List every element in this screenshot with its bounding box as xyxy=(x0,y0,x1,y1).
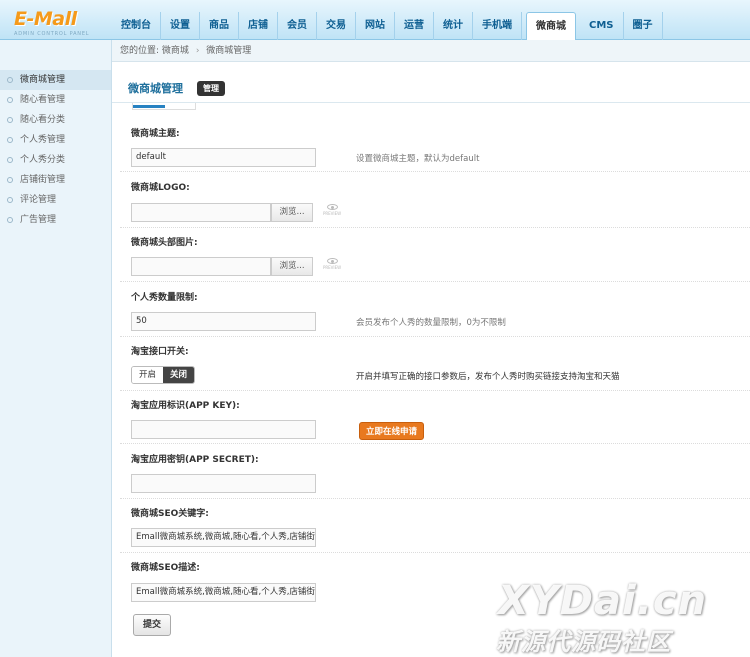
app-key-input[interactable] xyxy=(131,420,316,439)
nav-item[interactable]: 手机端 xyxy=(473,12,522,40)
app-secret-label: 淘宝应用密钥(APP SECRET): xyxy=(131,455,259,465)
taobao-switch-tip: 开启并填写正确的接口参数后，发布个人秀时购买链接支持淘宝和天猫 xyxy=(356,372,620,382)
sidebar-item[interactable]: 店铺街管理 xyxy=(0,170,111,190)
sidebar-item[interactable]: 随心看分类 xyxy=(0,110,111,130)
show-limit-tip: 会员发布个人秀的数量限制，0为不限制 xyxy=(356,318,506,328)
nav-item[interactable]: 微商城 xyxy=(526,12,576,41)
taobao-switch-label: 淘宝接口开关: xyxy=(131,347,189,357)
logo-tagline: ADMIN CONTROL PANEL xyxy=(14,31,90,37)
eye-icon xyxy=(326,204,338,210)
show-limit-input[interactable]: 50 xyxy=(131,312,316,331)
sidebar: 微商城管理 随心看管理 随心看分类 个人秀管理 个人秀分类 店铺街管理 评论管理 广告管理 xyxy=(0,40,112,657)
header-image-file-input[interactable] xyxy=(131,257,271,276)
sidebar-item[interactable]: 随心看管理 xyxy=(0,90,111,110)
header-image-label: 微商城头部图片: xyxy=(131,238,198,248)
breadcrumb: 您的位置: 微商城 › 微商城管理 xyxy=(112,40,750,62)
submit-button[interactable]: 提交 xyxy=(133,614,171,636)
sub-tab-active-indicator xyxy=(133,105,165,108)
nav-item[interactable]: 运营 xyxy=(395,12,434,40)
nav-item[interactable]: 交易 xyxy=(317,12,356,40)
apply-online-button[interactable]: 立即在线申请 xyxy=(359,422,425,440)
row-divider xyxy=(120,552,750,553)
breadcrumb-level2: 微商城管理 xyxy=(206,46,252,56)
top-header: E-Mall ADMIN CONTROL PANEL 控制台 设置 商品 店铺 会员 交易… xyxy=(0,0,750,41)
sidebar-item[interactable]: 个人秀管理 xyxy=(0,130,111,150)
sub-tab-strip xyxy=(132,103,196,110)
row-divider xyxy=(120,498,750,499)
row-divider xyxy=(120,227,750,228)
breadcrumb-separator: › xyxy=(195,46,200,56)
nav-item[interactable]: 统计 xyxy=(434,12,473,40)
header-image-preview-icon[interactable]: PREVIEW xyxy=(322,258,342,274)
main-content: 微商城管理 管理 微商城主题: default 设置微商城主题，默认为defau… xyxy=(112,62,750,657)
sidebar-item[interactable]: 微商城管理 xyxy=(0,70,111,90)
nav-item[interactable]: 店铺 xyxy=(239,12,278,40)
app-key-label: 淘宝应用标识(APP KEY): xyxy=(131,401,240,411)
app-secret-input[interactable] xyxy=(131,474,316,493)
nav-item[interactable]: CMS xyxy=(580,12,624,40)
sidebar-menu: 微商城管理 随心看管理 随心看分类 个人秀管理 个人秀分类 店铺街管理 评论管理 广告管理 xyxy=(0,70,111,230)
sidebar-item[interactable]: 广告管理 xyxy=(0,210,111,230)
nav-item[interactable]: 会员 xyxy=(278,12,317,40)
row-divider xyxy=(120,443,750,444)
taobao-switch-toggle: 开启 关闭 xyxy=(131,366,196,384)
theme-label: 微商城主题: xyxy=(131,129,180,139)
logo[interactable]: E-Mall ADMIN CONTROL PANEL xyxy=(14,8,89,37)
seo-description-label: 微商城SEO描述: xyxy=(131,563,200,573)
row-divider xyxy=(120,390,750,391)
theme-tip: 设置微商城主题，默认为default xyxy=(356,154,480,164)
sidebar-item[interactable]: 个人秀分类 xyxy=(0,150,111,170)
page-title-row: 微商城管理 管理 xyxy=(128,80,225,96)
header-image-preview-text: PREVIEW xyxy=(322,265,342,270)
logo-label: 微商城LOGO: xyxy=(131,183,190,193)
row-divider xyxy=(120,336,750,337)
logo-preview-text: PREVIEW xyxy=(322,211,342,216)
logo-text: E-Mall xyxy=(14,8,77,30)
theme-input[interactable]: default xyxy=(131,148,316,167)
title-divider xyxy=(112,102,750,103)
row-divider xyxy=(120,281,750,282)
nav-item[interactable]: 控制台 xyxy=(112,12,161,40)
seo-keywords-input[interactable]: Emall微商城系统,微商城,随心看,个人秀,店铺街, xyxy=(131,528,316,547)
breadcrumb-prefix: 您的位置: xyxy=(120,46,160,56)
sidebar-item[interactable]: 评论管理 xyxy=(0,190,111,210)
header-image-browse-button[interactable]: 浏览... xyxy=(271,257,313,276)
seo-description-input[interactable]: Emall微商城系统,微商城,随心看,个人秀,店铺街 xyxy=(131,583,316,602)
main-nav: 控制台 设置 商品 店铺 会员 交易 网站 运营 统计 手机端 微商城 CMS 圈子 xyxy=(112,12,663,41)
seo-keywords-label: 微商城SEO关键字: xyxy=(131,509,209,519)
row-divider xyxy=(120,171,750,172)
logo-browse-button[interactable]: 浏览... xyxy=(271,203,313,222)
taobao-switch-on-option[interactable]: 开启 xyxy=(132,367,164,383)
taobao-switch-off-option[interactable]: 关闭 xyxy=(163,367,195,383)
logo-file-input[interactable] xyxy=(131,203,271,222)
nav-item[interactable]: 商品 xyxy=(200,12,239,40)
eye-icon xyxy=(326,258,338,264)
show-limit-label: 个人秀数量限制: xyxy=(131,293,198,303)
nav-item[interactable]: 网站 xyxy=(356,12,395,40)
tab-manage[interactable]: 管理 xyxy=(197,80,225,96)
logo-preview-icon[interactable]: PREVIEW xyxy=(322,204,342,220)
page-title: 微商城管理 xyxy=(128,82,183,95)
breadcrumb-level1[interactable]: 微商城 xyxy=(162,46,189,56)
nav-item[interactable]: 圈子 xyxy=(624,12,663,40)
nav-item[interactable]: 设置 xyxy=(161,12,200,40)
